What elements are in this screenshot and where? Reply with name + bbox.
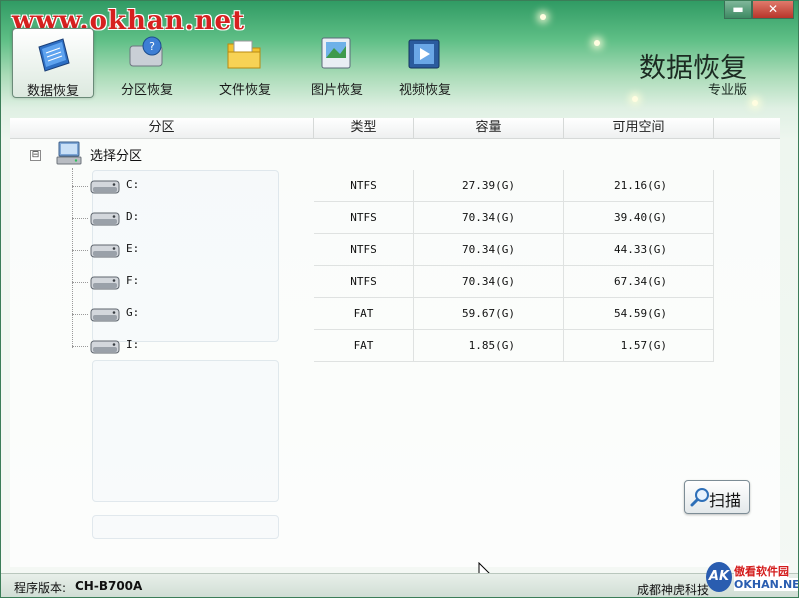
app-window: www.okhan.net ▬ ✕ 数据恢复 ? 分区恢复 文件恢复 图片恢复 …	[0, 0, 799, 598]
table-row[interactable]: I: FAT 1.85(G) 1.57(G)	[10, 330, 780, 362]
cell-capacity: 1.85(G)	[414, 330, 564, 362]
drive-name: I:	[126, 338, 140, 351]
cell-type: FAT	[314, 330, 414, 362]
tool-video-recovery[interactable]: 视频恢复	[384, 28, 466, 98]
column-header-free-space[interactable]: 可用空间	[564, 118, 714, 138]
cell-type: NTFS	[314, 170, 414, 202]
cell-free-space: 1.57(G)	[564, 330, 714, 362]
sparkle-decoration	[632, 96, 638, 102]
sparkle-decoration	[540, 14, 546, 20]
hard-drive-icon	[90, 308, 120, 322]
magnifier-icon	[690, 488, 709, 507]
okhan-logo: AK 傲看软件园 OKHAN.NET	[704, 560, 799, 596]
company-name: 成都神虎科技	[637, 583, 710, 597]
hard-drive-icon	[90, 212, 120, 226]
hard-drive-icon	[90, 244, 120, 258]
data-recovery-icon	[38, 38, 70, 72]
video-recovery-icon	[408, 39, 440, 69]
product-edition: 专业版	[707, 83, 747, 98]
cell-type: NTFS	[314, 234, 414, 266]
svg-text:?: ?	[149, 40, 155, 53]
cell-capacity: 59.67(G)	[414, 298, 564, 330]
logo-text-bottom: OKHAN.NET	[734, 578, 799, 591]
drive-name: C:	[126, 178, 140, 191]
column-header-partition[interactable]: 分区	[10, 118, 314, 138]
cell-free-space: 54.59(G)	[564, 298, 714, 330]
table-row[interactable]: G: FAT 59.67(G) 54.59(G)	[10, 298, 780, 330]
drive-name: G:	[126, 306, 140, 319]
minimize-icon: ▬	[732, 2, 744, 16]
column-header-type[interactable]: 类型	[314, 118, 414, 138]
tool-label: 数据恢复	[26, 84, 79, 99]
scan-button-label: 扫描	[709, 491, 742, 510]
collapse-icon[interactable]: ⊟	[30, 150, 41, 161]
table-row[interactable]: C: NTFS 27.39(G) 21.16(G)	[10, 170, 780, 202]
tool-data-recovery[interactable]: 数据恢复	[12, 28, 94, 99]
table-row[interactable]: D: NTFS 70.34(G) 39.40(G)	[10, 202, 780, 234]
tool-image-recovery[interactable]: 图片恢复	[296, 28, 378, 98]
tool-label: 文件恢复	[218, 83, 271, 98]
computer-icon	[56, 141, 82, 165]
table-header: 分区 类型 容量 可用空间	[10, 118, 780, 139]
cell-free-space: 39.40(G)	[564, 202, 714, 234]
status-bar: 程序版本: CH-B700A 成都神虎科技	[0, 573, 799, 598]
cell-type: FAT	[314, 298, 414, 330]
minimize-button[interactable]: ▬	[724, 0, 752, 19]
tool-label: 视频恢复	[398, 83, 451, 98]
close-button[interactable]: ✕	[752, 0, 794, 19]
partition-recovery-icon: ?	[129, 36, 163, 67]
drive-name: D:	[126, 210, 140, 223]
sparkle-decoration	[594, 40, 600, 46]
file-recovery-icon	[227, 40, 261, 69]
hard-drive-icon	[90, 180, 120, 194]
cell-capacity: 70.34(G)	[414, 266, 564, 298]
cell-free-space: 44.33(G)	[564, 234, 714, 266]
cell-free-space: 21.16(G)	[564, 170, 714, 202]
close-icon: ✕	[767, 2, 779, 16]
tool-file-recovery[interactable]: 文件恢复	[204, 28, 286, 98]
drive-name: E:	[126, 242, 140, 255]
tree-connector	[72, 250, 88, 251]
table-row[interactable]: E: NTFS 70.34(G) 44.33(G)	[10, 234, 780, 266]
tree-root-label: 选择分区	[90, 149, 143, 164]
tree-connector	[72, 218, 88, 219]
tree-connector	[72, 346, 88, 347]
table-row[interactable]: F: NTFS 70.34(G) 67.34(G)	[10, 266, 780, 298]
hard-drive-icon	[90, 340, 120, 354]
cell-type: NTFS	[314, 202, 414, 234]
cell-free-space: 67.34(G)	[564, 266, 714, 298]
image-recovery-icon	[321, 37, 351, 69]
drive-name: F:	[126, 274, 140, 287]
cell-capacity: 70.34(G)	[414, 202, 564, 234]
cell-type: NTFS	[314, 266, 414, 298]
column-header-capacity[interactable]: 容量	[414, 118, 564, 138]
logo-text-top: 傲看软件园	[734, 563, 789, 579]
cell-capacity: 27.39(G)	[414, 170, 564, 202]
main-toolbar: 数据恢复 ? 分区恢复 文件恢复 图片恢复 视频恢复	[10, 28, 470, 100]
scan-button[interactable]: 扫描	[684, 480, 750, 514]
sparkle-decoration	[752, 100, 758, 106]
okhan-logo-mark: AK	[706, 562, 732, 592]
tree-connector	[72, 314, 88, 315]
version-value: CH-B700A	[75, 579, 143, 593]
cell-capacity: 70.34(G)	[414, 234, 564, 266]
tool-label: 分区恢复	[120, 83, 173, 98]
hard-drive-icon	[90, 276, 120, 290]
tool-partition-recovery[interactable]: ? 分区恢复	[106, 28, 188, 98]
tool-label: 图片恢复	[310, 83, 363, 98]
version-label: 程序版本:	[14, 581, 67, 595]
tree-connector	[72, 282, 88, 283]
tree-connector	[72, 186, 88, 187]
